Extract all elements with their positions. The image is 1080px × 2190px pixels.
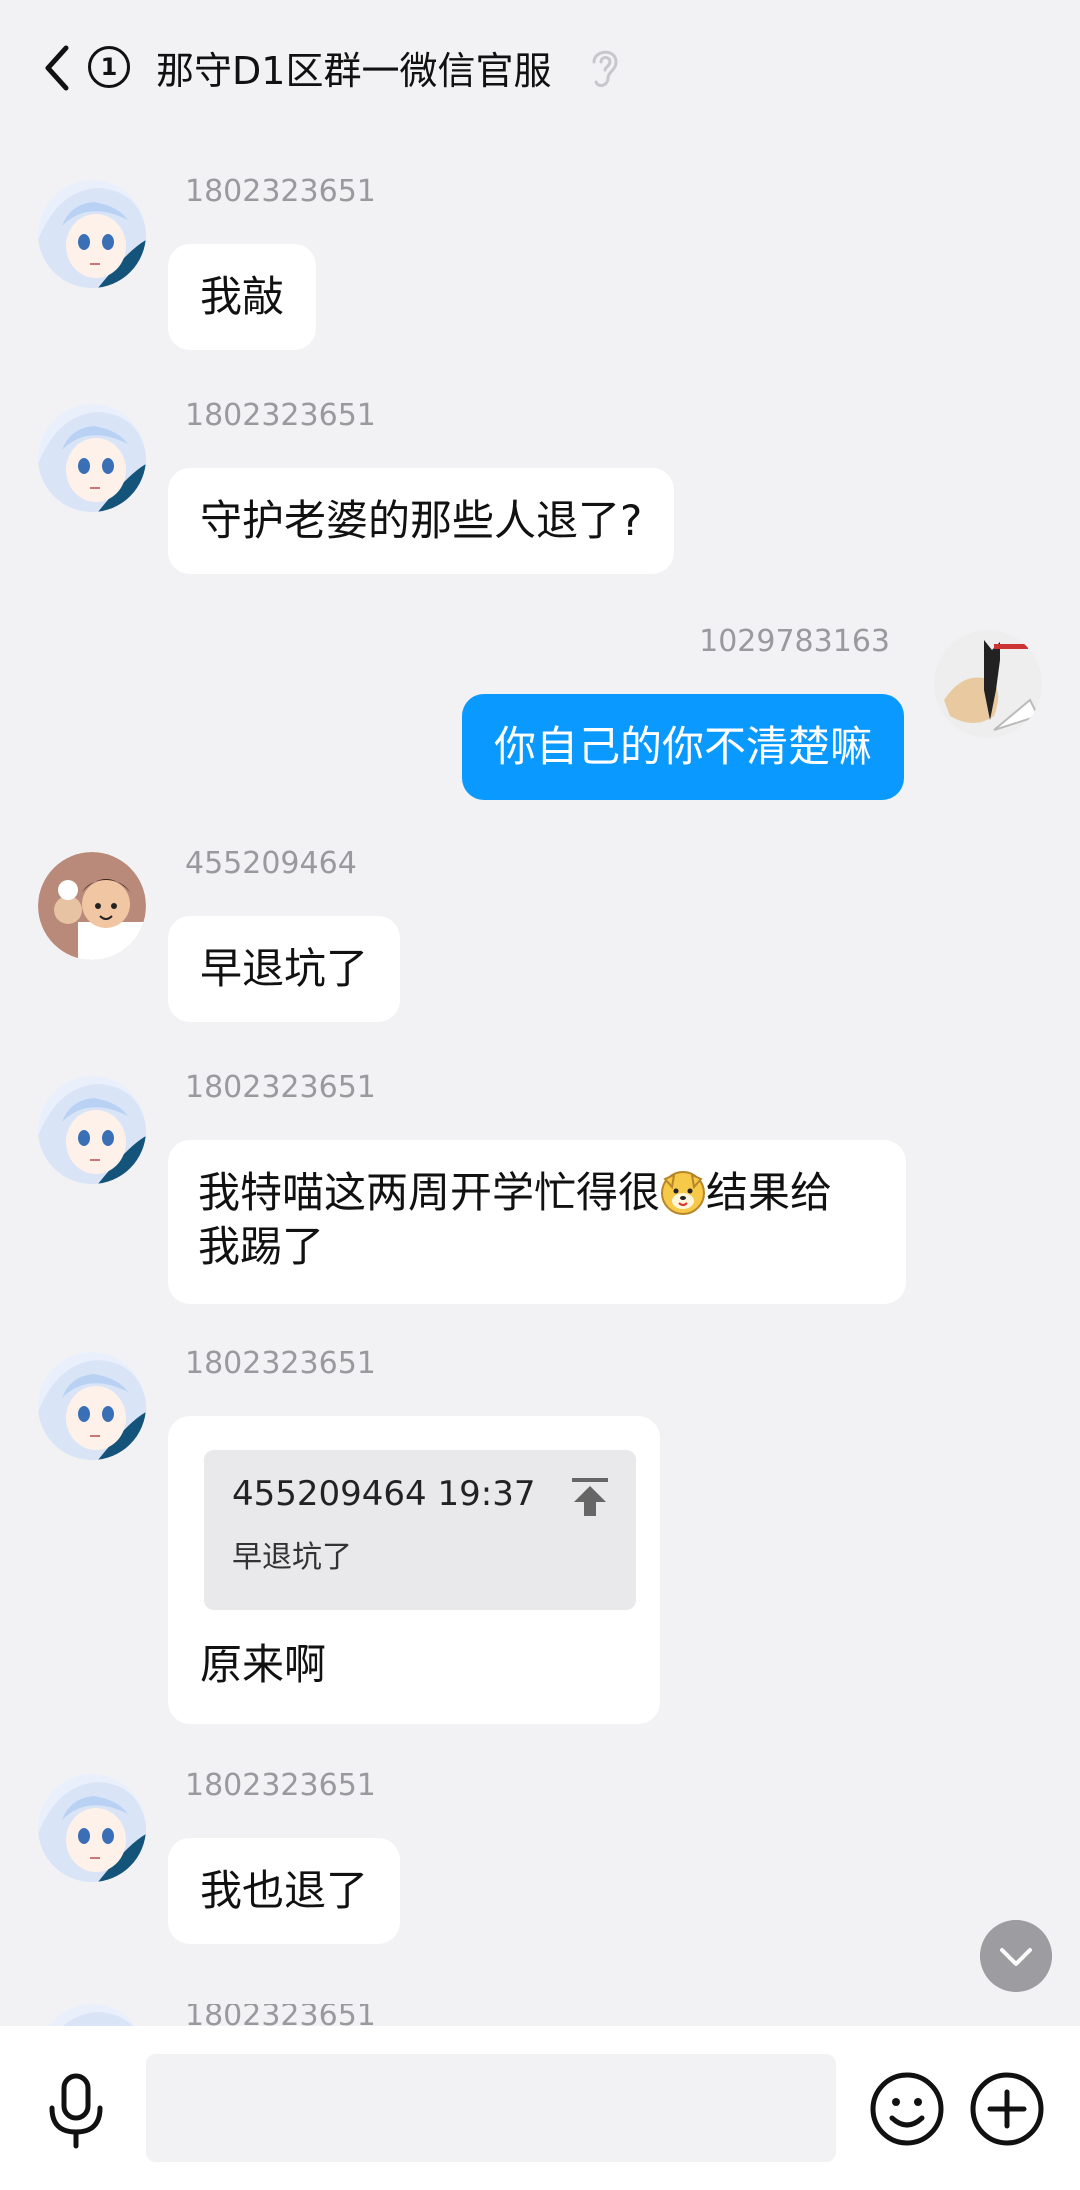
message-text: 原来啊 (200, 1640, 327, 1689)
scroll-to-bottom-button[interactable] (980, 1920, 1052, 1992)
message-item: 1029783163 你自己的你不清楚嘛 (0, 624, 1080, 810)
quoted-header: 455209464 19:37 (232, 1474, 536, 1514)
message-text-line: 我踢了 (198, 1222, 325, 1271)
message-bubble[interactable]: 你自己的你不清楚嘛 (462, 694, 905, 800)
unread-count-badge[interactable]: 1 (88, 46, 130, 88)
message-item: 1802323651 我也退了 (0, 1768, 1080, 1954)
message-bubble[interactable]: 守护老婆的那些人退了? (168, 468, 675, 574)
message-text-line: 我特喵这两周开学忙得很 结果给 (198, 1166, 876, 1220)
sender-id: 1802323651 (185, 398, 376, 433)
anime-girl-avatar[interactable] (38, 1352, 146, 1460)
anime-girl-avatar[interactable] (38, 180, 146, 288)
message-bubble[interactable]: 我特喵这两周开学忙得很 结果给 我踢了 (168, 1140, 906, 1304)
anime-girl-avatar[interactable] (38, 404, 146, 512)
message-item: 1802323651 我特喵这两周开学忙得很 结果给 我踢了 (0, 1070, 1080, 1306)
message-input[interactable] (146, 2054, 836, 2162)
anime-girl-avatar[interactable] (38, 1774, 146, 1882)
sender-id: 1802323651 (185, 1768, 376, 1803)
sender-id: 1802323651 (185, 1346, 376, 1381)
message-item: 1802323651 守护老婆的那些人退了? (0, 398, 1080, 584)
message-text: 我特喵这两周开学忙得很 (198, 1168, 661, 1217)
sender-id: 455209464 (185, 846, 357, 881)
dog-emoji-icon (661, 1171, 706, 1215)
mic-icon[interactable] (44, 2072, 108, 2152)
chat-title[interactable]: 那守D1区群一微信官服 (156, 40, 551, 95)
jump-to-top-icon[interactable] (570, 1476, 610, 1518)
quoted-message[interactable]: 455209464 19:37 早退坑了 (204, 1450, 636, 1610)
message-bubble[interactable]: 我敲 (168, 244, 317, 350)
anime-girl-avatar[interactable] (38, 2004, 146, 2026)
sender-id: 1029783163 (699, 624, 890, 659)
message-bubble[interactable]: 我也退了 (168, 1838, 401, 1944)
message-item: 1802323651 我敲 (0, 174, 1080, 360)
sender-id: 1802323651 (185, 1070, 376, 1105)
message-text: 结果给 (706, 1168, 833, 1217)
message-bubble[interactable]: 早退坑了 (168, 916, 401, 1022)
chat-header: 1 那守D1区群一微信官服 (0, 0, 1080, 140)
message-item: 1802323651 455209464 19:37 早退坑了 原来啊 (0, 1346, 1080, 1732)
message-item: 1802323651 (0, 2004, 1080, 2026)
message-item: 455209464 早退坑了 (0, 846, 1080, 1032)
ear-icon (592, 50, 618, 87)
cartoon-boy-avatar[interactable] (38, 852, 146, 960)
reply-message-bubble[interactable]: 455209464 19:37 早退坑了 原来啊 (168, 1416, 660, 1724)
quoted-text: 早退坑了 (232, 1540, 352, 1575)
anime-girl-avatar[interactable] (38, 1076, 146, 1184)
back-arrow-icon[interactable] (36, 36, 76, 100)
plus-icon[interactable] (968, 2070, 1046, 2148)
smiley-icon[interactable] (868, 2070, 946, 2148)
sketch-cat-avatar[interactable] (934, 630, 1042, 738)
sender-id: 1802323651 (185, 2004, 376, 2026)
input-bar (0, 2026, 1080, 2190)
sender-id: 1802323651 (185, 174, 376, 209)
